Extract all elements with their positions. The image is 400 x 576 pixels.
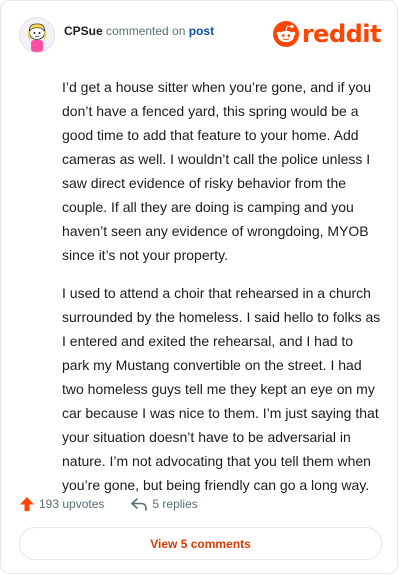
replies-button[interactable]: 5 replies [130,496,198,512]
replies-count: 5 replies [152,497,198,511]
reply-arrow-icon [131,498,148,511]
comment-header: CPSue commented on post reddit [19,15,382,55]
comment-card: CPSue commented on post reddit I’d get a… [0,0,398,574]
upvote-button[interactable]: 193 upvotes [19,496,104,512]
upvote-count: 193 upvotes [39,497,105,511]
comment-paragraph: I’d get a house sitter when you’re gone,… [62,79,371,263]
reddit-logo[interactable]: reddit [272,20,382,48]
user-avatar[interactable] [19,17,55,53]
avatar-icon [20,18,54,52]
comment-paragraph: I used to attend a choir that rehearsed … [62,285,381,493]
username-link[interactable]: CPSue [64,24,103,38]
comment-body: I’d get a house sitter when you’re gone,… [62,75,382,511]
view-comments-button[interactable]: View 5 comments [19,527,382,560]
action-text: commented on [102,24,189,38]
reddit-wordmark: reddit [301,20,382,48]
comment-actions: 193 upvotes 5 replies [19,492,198,516]
comment-meta: CPSue commented on post [64,24,214,38]
post-link[interactable]: post [189,24,214,38]
reddit-snoo-icon [272,21,299,47]
upvote-arrow-icon [20,497,34,511]
